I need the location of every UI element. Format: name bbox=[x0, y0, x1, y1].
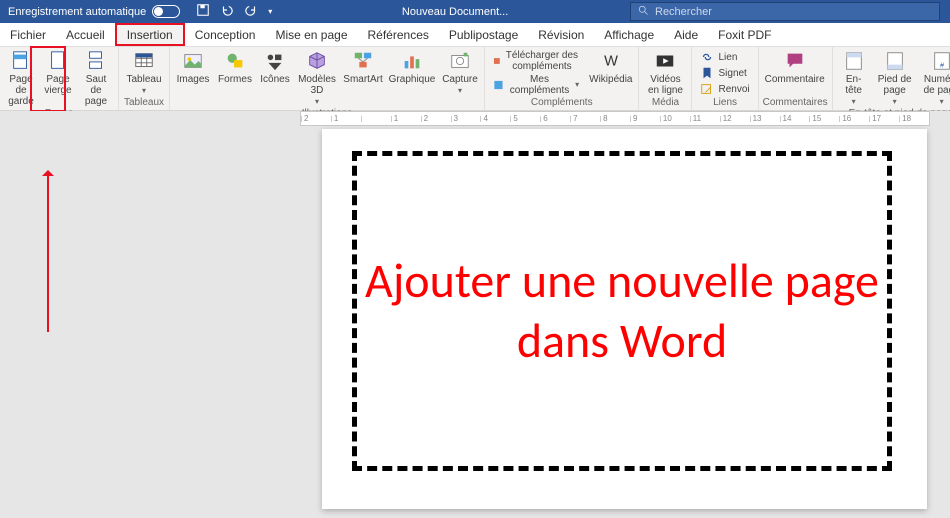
tab-mise-en-page[interactable]: Mise en page bbox=[265, 23, 357, 46]
icons-button[interactable]: Icônes bbox=[258, 49, 292, 86]
smartart-button[interactable]: SmartArt bbox=[342, 49, 384, 86]
save-icon[interactable] bbox=[196, 3, 210, 20]
document-page[interactable]: Ajouter une nouvelle page dans Word bbox=[322, 129, 927, 509]
header-button[interactable]: En-tête▾ bbox=[837, 49, 871, 108]
table-button[interactable]: Tableau ▾ bbox=[123, 49, 165, 97]
redo-icon[interactable] bbox=[244, 3, 258, 20]
my-addins-button[interactable]: Mes compléments▾ bbox=[489, 73, 583, 97]
comment-button[interactable]: Commentaire bbox=[763, 49, 827, 86]
text-box-content: Ajouter une nouvelle page dans Word bbox=[357, 251, 887, 371]
search-box[interactable]: Rechercher bbox=[630, 2, 940, 21]
page-break-button[interactable]: Saut de page bbox=[78, 49, 114, 108]
page-number-button[interactable]: #Numéro de page▾ bbox=[919, 49, 950, 108]
group-label-addins: Compléments bbox=[489, 97, 634, 110]
tab-accueil[interactable]: Accueil bbox=[56, 23, 115, 46]
get-addins-button[interactable]: Télécharger des compléments bbox=[489, 49, 583, 73]
horizontal-ruler: 21123456789101112131415161718 bbox=[300, 111, 930, 126]
page-break-label: Saut de page bbox=[80, 74, 112, 107]
chart-button[interactable]: Graphique bbox=[388, 49, 436, 86]
bookmark-button[interactable]: Signet bbox=[696, 65, 753, 81]
document-canvas: 21123456789101112131415161718 Ajouter un… bbox=[0, 111, 950, 518]
autosave-toggle[interactable]: Enregistrement automatique bbox=[0, 5, 188, 18]
tab-affichage[interactable]: Affichage bbox=[594, 23, 664, 46]
screenshot-button[interactable]: Capture▾ bbox=[440, 49, 480, 97]
shapes-button[interactable]: Formes bbox=[216, 49, 254, 86]
tab-insertion[interactable]: Insertion bbox=[115, 23, 185, 46]
group-header-footer: En-tête▾ Pied de page▾ #Numéro de page▾ … bbox=[833, 47, 950, 110]
group-links: Lien Signet Renvoi Liens bbox=[692, 47, 758, 110]
models3d-button[interactable]: Modèles 3D▾ bbox=[296, 49, 338, 108]
tab-aide[interactable]: Aide bbox=[664, 23, 708, 46]
group-label-comments: Commentaires bbox=[763, 97, 828, 110]
ribbon-tabs: Fichier Accueil Insertion Conception Mis… bbox=[0, 23, 950, 47]
wikipedia-button[interactable]: WWikipédia bbox=[587, 49, 634, 86]
autosave-label: Enregistrement automatique bbox=[8, 6, 146, 18]
group-label-links: Liens bbox=[696, 97, 753, 110]
document-title: Nouveau Document... bbox=[280, 6, 630, 18]
toggle-icon bbox=[152, 5, 180, 18]
group-label-tables: Tableaux bbox=[123, 97, 165, 110]
blank-page-button[interactable]: Page vierge bbox=[42, 49, 74, 97]
group-media: Vidéos en ligne Média bbox=[639, 47, 692, 110]
video-button[interactable]: Vidéos en ligne bbox=[643, 49, 687, 97]
group-addins: Télécharger des compléments Mes compléme… bbox=[485, 47, 639, 110]
tab-conception[interactable]: Conception bbox=[185, 23, 266, 46]
tab-foxit-pdf[interactable]: Foxit PDF bbox=[708, 23, 781, 46]
footer-button[interactable]: Pied de page▾ bbox=[875, 49, 915, 108]
tab-fichier[interactable]: Fichier bbox=[0, 23, 56, 46]
annotation-arrow bbox=[47, 172, 49, 332]
search-icon bbox=[637, 4, 649, 19]
cover-page-button[interactable]: Page de garde bbox=[4, 49, 38, 108]
table-label: Tableau bbox=[126, 74, 161, 85]
crossref-button[interactable]: Renvoi bbox=[696, 81, 753, 97]
blank-page-label: Page vierge bbox=[44, 74, 72, 96]
text-box[interactable]: Ajouter une nouvelle page dans Word bbox=[352, 151, 892, 471]
chevron-down-icon: ▾ bbox=[142, 87, 146, 96]
images-button[interactable]: Images bbox=[174, 49, 212, 86]
group-pages: Page de garde Page vierge Saut de page P… bbox=[0, 47, 119, 110]
undo-icon[interactable] bbox=[220, 3, 234, 20]
search-placeholder: Rechercher bbox=[655, 6, 712, 18]
tab-references[interactable]: Références bbox=[358, 23, 439, 46]
group-comments: Commentaire Commentaires bbox=[759, 47, 833, 110]
tab-revision[interactable]: Révision bbox=[528, 23, 594, 46]
title-bar: Enregistrement automatique ▾ Nouveau Doc… bbox=[0, 0, 950, 23]
group-tables: Tableau ▾ Tableaux bbox=[119, 47, 170, 110]
cover-page-label: Page de garde bbox=[6, 74, 36, 107]
svg-text:W: W bbox=[604, 54, 618, 70]
group-label-media: Média bbox=[643, 97, 687, 110]
link-button[interactable]: Lien bbox=[696, 49, 753, 65]
qat-dropdown-icon[interactable]: ▾ bbox=[268, 7, 272, 16]
group-illustrations: Images Formes Icônes Modèles 3D▾ SmartAr… bbox=[170, 47, 485, 110]
tab-publipostage[interactable]: Publipostage bbox=[439, 23, 528, 46]
ribbon: Page de garde Page vierge Saut de page P… bbox=[0, 47, 950, 111]
quick-access-toolbar: ▾ bbox=[188, 3, 280, 20]
